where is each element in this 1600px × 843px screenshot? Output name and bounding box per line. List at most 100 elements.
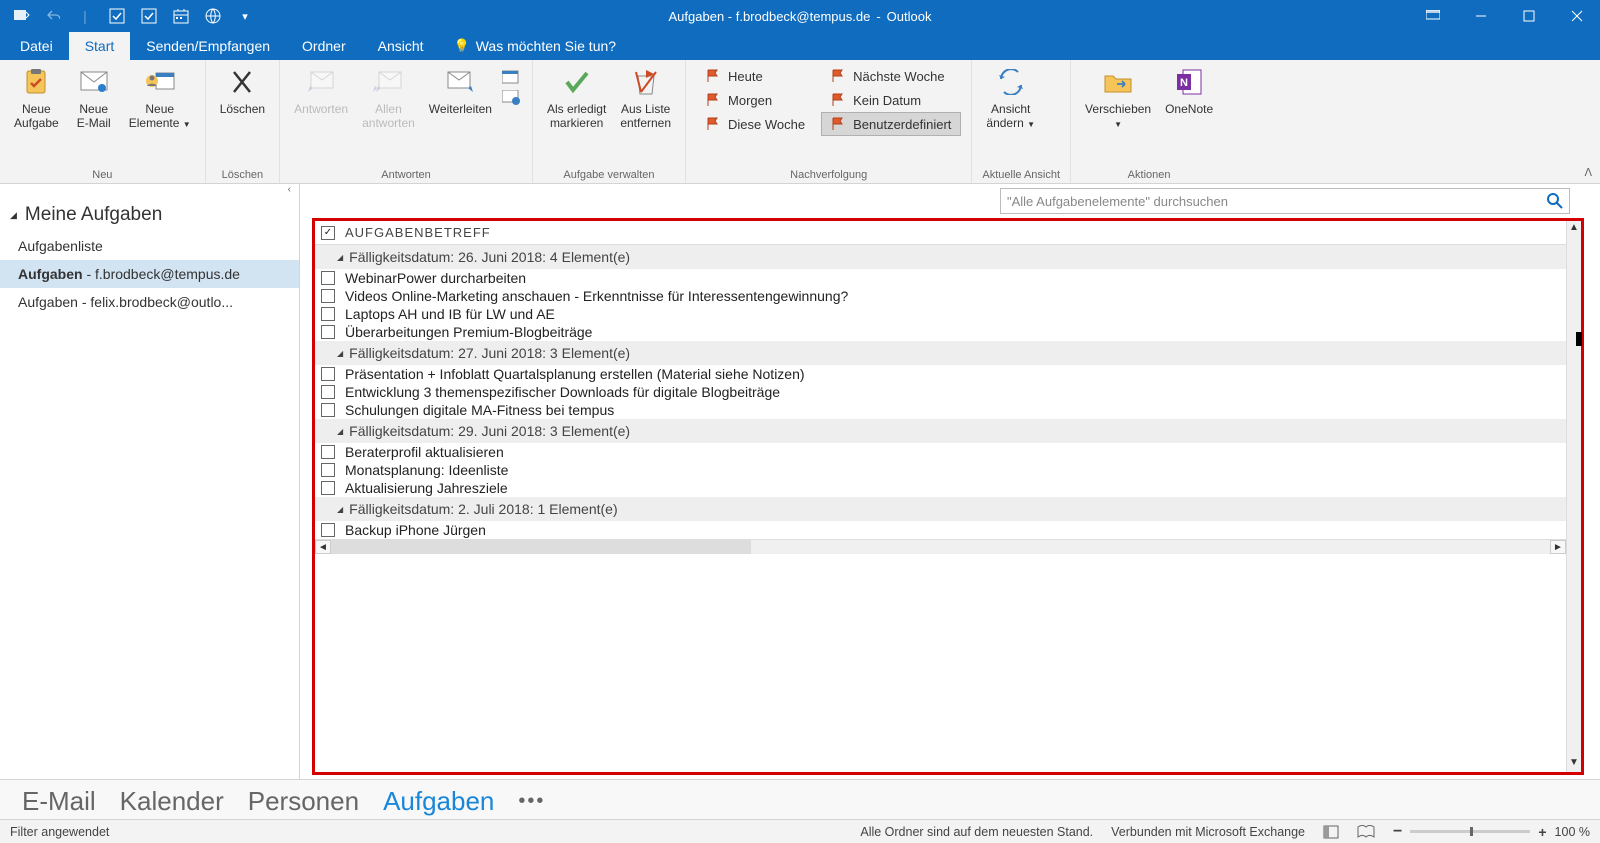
task-checkbox[interactable] <box>321 367 335 381</box>
scroll-thumb[interactable] <box>331 540 751 554</box>
sidebar-item-aufgaben-tempus[interactable]: Aufgaben - f.brodbeck@tempus.de <box>0 260 299 288</box>
nav-kalender[interactable]: Kalender <box>120 786 224 817</box>
aus-liste-entfernen-button[interactable]: Aus Liste entfernen <box>616 64 675 133</box>
ansicht-aendern-button[interactable]: Ansicht ändern ▼ <box>982 64 1039 133</box>
task-checkbox[interactable] <box>321 307 335 321</box>
tell-me-search[interactable]: 💡Was möchten Sie tun? <box>440 32 631 60</box>
task-group-header[interactable]: Fälligkeitsdatum: 27. Juni 2018: 3 Eleme… <box>315 341 1566 365</box>
task-row[interactable]: Präsentation + Infoblatt Quartalsplanung… <box>315 365 1566 383</box>
scroll-right-icon[interactable]: ► <box>1550 540 1566 554</box>
column-header-betreff[interactable]: AUFGABENBETREFF <box>345 225 491 240</box>
task-checkbox[interactable] <box>321 289 335 303</box>
onenote-button[interactable]: N OneNote <box>1161 64 1217 118</box>
horizontal-scrollbar[interactable]: ◄ ► <box>315 539 1566 554</box>
zoom-slider[interactable] <box>1410 830 1530 833</box>
nav-more-icon[interactable]: ••• <box>518 790 545 813</box>
zoom-level[interactable]: 100 % <box>1555 825 1590 839</box>
collapse-ribbon-icon[interactable]: ᐱ <box>1584 166 1592 179</box>
task-checkbox[interactable] <box>321 271 335 285</box>
view-normal-icon[interactable] <box>1323 825 1339 839</box>
group-label-aktuelle-ansicht: Aktuelle Ansicht <box>982 167 1060 181</box>
task-row[interactable]: Backup iPhone Jürgen <box>315 521 1566 539</box>
task-checkbox[interactable] <box>321 445 335 459</box>
flag-benutzerdefiniert[interactable]: Benutzerdefiniert <box>821 112 961 136</box>
nav-aufgaben[interactable]: Aufgaben <box>383 786 494 817</box>
task-checkbox[interactable] <box>321 385 335 399</box>
sidebar-item-aufgabenliste[interactable]: Aufgabenliste <box>0 232 299 260</box>
neue-elemente-button[interactable]: Neue Elemente ▼ <box>125 64 195 133</box>
maximize-button[interactable] <box>1506 0 1552 32</box>
minimize-button[interactable] <box>1458 0 1504 32</box>
task-row[interactable]: Laptops AH und IB für LW und AE <box>315 305 1566 323</box>
scroll-up-icon[interactable]: ▲ <box>1567 221 1581 237</box>
als-erledigt-button[interactable]: Als erledigt markieren <box>543 64 610 133</box>
flag-diese-woche[interactable]: Diese Woche <box>696 112 815 136</box>
task-column-header-row[interactable]: ✓ AUFGABENBETREFF <box>315 221 1566 245</box>
more-respond-icon[interactable] <box>502 90 522 106</box>
task-checkbox[interactable] <box>321 325 335 339</box>
view-reading-icon[interactable] <box>1357 825 1375 839</box>
select-all-checkbox[interactable]: ✓ <box>321 226 335 240</box>
flag-kein-datum[interactable]: Kein Datum <box>821 88 961 112</box>
task-check-icon[interactable] <box>108 7 126 25</box>
tab-ansicht[interactable]: Ansicht <box>362 32 440 60</box>
task-row[interactable]: Schulungen digitale MA-Fitness bei tempu… <box>315 401 1566 419</box>
flag-naechste-woche[interactable]: Nächste Woche <box>821 64 961 88</box>
flag-heute[interactable]: Heute <box>696 64 815 88</box>
zoom-out-button[interactable]: − <box>1393 823 1402 841</box>
tab-start[interactable]: Start <box>69 32 131 60</box>
close-button[interactable] <box>1554 0 1600 32</box>
task-row[interactable]: WebinarPower durcharbeiten <box>315 269 1566 287</box>
task-group-header[interactable]: Fälligkeitsdatum: 2. Juli 2018: 1 Elemen… <box>315 497 1566 521</box>
group-label-nachverfolgung: Nachverfolgung <box>696 167 961 181</box>
task-checkbox[interactable] <box>321 523 335 537</box>
task-list: ✓ AUFGABENBETREFF Fälligkeitsdatum: 26. … <box>315 221 1566 772</box>
loeschen-button[interactable]: Löschen <box>216 64 269 118</box>
ribbon-display-options-icon[interactable] <box>1410 0 1456 32</box>
calendar-icon[interactable] <box>172 7 190 25</box>
scroll-down-icon[interactable]: ▼ <box>1567 756 1581 772</box>
task-checkbox[interactable] <box>321 463 335 477</box>
weiterleiten-button[interactable]: Weiterleiten <box>425 64 496 118</box>
sidebar-item-aufgaben-outlook[interactable]: Aufgaben - felix.brodbeck@outlo... <box>0 288 299 316</box>
sidebar-header[interactable]: Meine Aufgaben <box>0 200 299 232</box>
zoom-in-button[interactable]: + <box>1538 824 1546 840</box>
neue-aufgabe-button[interactable]: Neue Aufgabe <box>10 64 63 133</box>
vertical-scrollbar[interactable]: ▲ ▼ <box>1566 221 1581 772</box>
task-row[interactable]: Entwicklung 3 themenspezifischer Downloa… <box>315 383 1566 401</box>
flag-morgen[interactable]: Morgen <box>696 88 815 112</box>
task-group-header[interactable]: Fälligkeitsdatum: 26. Juni 2018: 4 Eleme… <box>315 245 1566 269</box>
tab-ordner[interactable]: Ordner <box>286 32 362 60</box>
nav-personen[interactable]: Personen <box>248 786 359 817</box>
task-group-header[interactable]: Fälligkeitsdatum: 29. Juni 2018: 3 Eleme… <box>315 419 1566 443</box>
nav-email[interactable]: E-Mail <box>22 786 96 817</box>
tab-datei[interactable]: Datei <box>4 32 69 60</box>
task-row[interactable]: Monatsplanung: Ideenliste <box>315 461 1566 479</box>
task-row[interactable]: Videos Online-Marketing anschauen - Erke… <box>315 287 1566 305</box>
meeting-icon[interactable] <box>502 68 522 84</box>
globe-icon[interactable] <box>204 7 222 25</box>
neue-email-button[interactable]: Neue E-Mail <box>69 64 119 133</box>
task-checkbox[interactable] <box>321 403 335 417</box>
tab-senden-empfangen[interactable]: Senden/Empfangen <box>130 32 286 60</box>
scroll-left-icon[interactable]: ◄ <box>315 540 331 554</box>
search-icon[interactable] <box>1547 193 1563 209</box>
flag-icon <box>831 69 845 83</box>
task-subject: Videos Online-Marketing anschauen - Erke… <box>345 288 848 304</box>
task-row[interactable]: Aktualisierung Jahresziele <box>315 479 1566 497</box>
search-input[interactable]: "Alle Aufgabenelemente" durchsuchen <box>1000 188 1570 214</box>
task-row[interactable]: Beraterprofil aktualisieren <box>315 443 1566 461</box>
task-subject: Backup iPhone Jürgen <box>345 522 486 538</box>
qat-customize-icon[interactable]: ▾ <box>236 7 254 25</box>
verschieben-button[interactable]: Verschieben▼ <box>1081 64 1155 133</box>
undo-icon[interactable] <box>44 7 62 25</box>
quick-access-toolbar: | ▾ <box>0 7 254 25</box>
zoom-control: − + 100 % <box>1393 823 1590 841</box>
sidebar-collapse-icon[interactable]: ‹ <box>0 184 299 200</box>
task-icon-2[interactable] <box>140 7 158 25</box>
search-placeholder: "Alle Aufgabenelemente" durchsuchen <box>1007 194 1228 209</box>
send-receive-icon[interactable] <box>12 7 30 25</box>
task-subject: Präsentation + Infoblatt Quartalsplanung… <box>345 366 805 382</box>
task-checkbox[interactable] <box>321 481 335 495</box>
task-row[interactable]: Überarbeitungen Premium-Blogbeiträge <box>315 323 1566 341</box>
